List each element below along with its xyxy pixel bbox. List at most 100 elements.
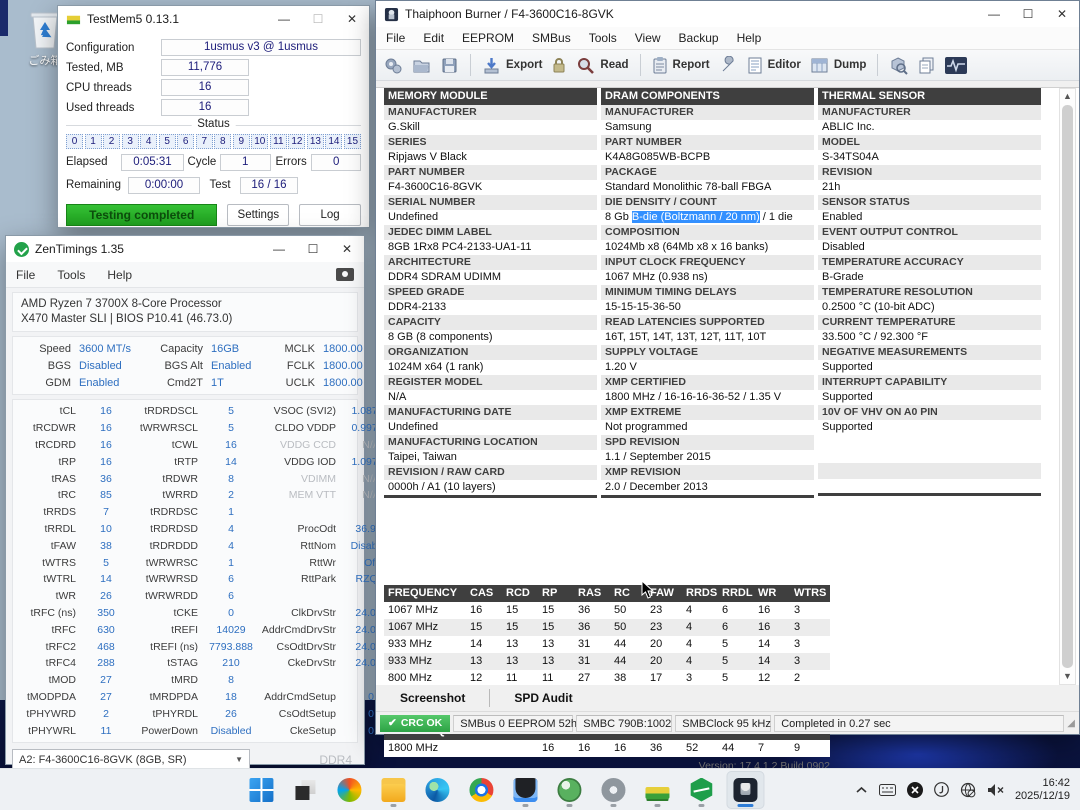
file-explorer[interactable] <box>374 771 412 809</box>
maximize-icon[interactable]: ☐ <box>1011 1 1045 27</box>
copilot[interactable] <box>330 771 368 809</box>
thaiphoon-titlebar[interactable]: Thaiphoon Burner / F4-3600C16-8GVK — ☐ ✕ <box>376 1 1079 27</box>
volume-muted-icon[interactable] <box>987 783 1004 797</box>
storage-sense-icon[interactable] <box>934 782 949 797</box>
menu-item[interactable]: Help <box>737 31 762 45</box>
resize-grip[interactable]: ◢ <box>1067 718 1075 729</box>
task-view[interactable] <box>286 771 324 809</box>
timing-value: 18 <box>205 691 257 703</box>
tools-button[interactable] <box>719 56 738 75</box>
chevron-down-icon: ▼ <box>235 755 243 764</box>
minimize-icon[interactable]: — <box>267 6 301 32</box>
timing-label: RttNom <box>257 540 343 552</box>
scroll-up-icon[interactable]: ▲ <box>1063 89 1072 104</box>
app-icon <box>337 778 361 802</box>
zentimings-app[interactable] <box>682 771 720 809</box>
chevron-up-icon[interactable] <box>855 785 868 795</box>
spd-field-value: 0000h / A1 (10 layers) <box>384 480 597 495</box>
cell: 933 MHz <box>384 636 470 653</box>
export-button[interactable]: Export <box>482 56 542 75</box>
cell: 23 <box>650 602 686 619</box>
timing-label: tPHYWRL <box>17 725 83 737</box>
zentimings-title: ZenTimings 1.35 <box>35 242 262 256</box>
zentimings-titlebar[interactable]: ZenTimings 1.35 — ☐ ✕ <box>6 236 364 262</box>
testing-completed-button[interactable]: Testing completed <box>66 204 217 226</box>
menu-item[interactable]: Tools <box>57 268 85 282</box>
menu-item[interactable]: File <box>16 268 35 282</box>
spd-field: REGISTER MODEL N/A <box>384 375 597 405</box>
tab-spd-audit[interactable]: SPD Audit <box>490 691 596 705</box>
log-button[interactable]: Log <box>299 204 361 226</box>
thread-status-box: 0 <box>66 134 83 149</box>
open-button[interactable] <box>412 56 431 75</box>
close-icon[interactable]: ✕ <box>335 6 369 32</box>
edge[interactable] <box>418 771 456 809</box>
menu-item[interactable]: EEPROM <box>462 31 514 45</box>
blocked-icon[interactable] <box>907 782 923 798</box>
cpu-info-panel: AMD Ryzen 7 3700X 8-Core Processor X470 … <box>12 292 358 332</box>
timing-value: 8 <box>205 473 257 485</box>
menu-item[interactable]: Backup <box>679 31 719 45</box>
monitor-app[interactable] <box>506 771 544 809</box>
spd-field: INTERRUPT CAPABILITY Supported <box>818 375 1041 405</box>
menu-item[interactable]: View <box>635 31 661 45</box>
timing-value: 350 <box>83 607 129 619</box>
taskbar-clock[interactable]: 16:42 2025/12/19 <box>1015 777 1070 803</box>
toolbar-separator <box>470 54 471 76</box>
maximize-icon[interactable]: ☐ <box>296 236 330 262</box>
editor-button[interactable]: Editor <box>747 56 801 75</box>
clock-value: 1800.00 <box>323 377 379 389</box>
tab-screenshot[interactable]: Screenshot <box>376 691 489 705</box>
scrollbar-thumb[interactable] <box>1062 105 1073 668</box>
thread-status-box: 2 <box>103 134 120 149</box>
thaiphoon-app[interactable] <box>726 771 764 809</box>
menu-item[interactable]: Tools <box>589 31 617 45</box>
dram-components-column: DRAM COMPONENTS MANUFACTURER Samsung PAR… <box>601 88 814 498</box>
settings-app[interactable] <box>594 771 632 809</box>
lock-button[interactable] <box>551 56 567 75</box>
close-icon[interactable]: ✕ <box>330 236 364 262</box>
network-app[interactable] <box>550 771 588 809</box>
report-button[interactable]: Report <box>652 56 710 75</box>
verify-button[interactable] <box>889 56 908 75</box>
chrome[interactable] <box>462 771 500 809</box>
keyboard-icon[interactable] <box>879 784 896 796</box>
timing-label: CsOdtSetup <box>257 708 343 720</box>
testmem5-app[interactable] <box>638 771 676 809</box>
dump-button[interactable]: Dump <box>810 56 867 75</box>
save-button[interactable] <box>440 56 459 75</box>
spd-field-label: MANUFACTURER <box>601 105 814 120</box>
testmem5-titlebar[interactable]: TestMem5 0.13.1 — ☐ ✕ <box>58 6 369 32</box>
timing-row: tRRDS 7 tRDRDSC 1 <box>17 504 353 521</box>
scroll-down-icon[interactable]: ▼ <box>1063 669 1072 684</box>
testmem5-body: Configuration 1usmus v3 @ 1usmus Tested,… <box>58 32 369 226</box>
app-icon <box>381 778 405 802</box>
menu-item[interactable]: Edit <box>423 31 444 45</box>
menu-item[interactable]: Help <box>107 268 132 282</box>
spd-field-value: Taipei, Taiwan <box>384 450 597 465</box>
globe-offline-icon[interactable] <box>960 782 976 798</box>
frequency-row: 933 MHz 14 13 13 31 44 20 4 5 14 3 <box>384 636 830 653</box>
settings-button[interactable]: Settings <box>227 204 289 226</box>
screenshot-camera-icon[interactable] <box>336 268 354 281</box>
options-button[interactable] <box>384 56 403 75</box>
spd-tool-button[interactable] <box>945 57 967 74</box>
minimize-icon[interactable]: — <box>262 236 296 262</box>
timing-value: 27 <box>83 674 129 686</box>
timing-row: tRP 16 tRTP 14 VDDG IOD 1.0979V <box>17 453 353 470</box>
maximize-icon[interactable]: ☐ <box>301 6 335 32</box>
menu-item[interactable]: File <box>386 31 405 45</box>
timing-value: 1 <box>205 506 257 518</box>
vertical-scrollbar[interactable]: ▲ ▼ <box>1059 88 1076 685</box>
zentimings-window: ZenTimings 1.35 — ☐ ✕ File Tools Help AM… <box>5 235 365 765</box>
close-icon[interactable]: ✕ <box>1045 1 1079 27</box>
start[interactable] <box>242 771 280 809</box>
cell: 16 <box>542 740 578 757</box>
minimize-icon[interactable]: — <box>977 1 1011 27</box>
spd-field-label: SENSOR STATUS <box>818 195 1041 210</box>
read-button[interactable]: Read <box>576 56 628 75</box>
copy-button[interactable] <box>917 56 936 75</box>
spd-field-label: CAPACITY <box>384 315 597 330</box>
timing-label: tCL <box>17 405 83 417</box>
menu-item[interactable]: SMBus <box>532 31 571 45</box>
